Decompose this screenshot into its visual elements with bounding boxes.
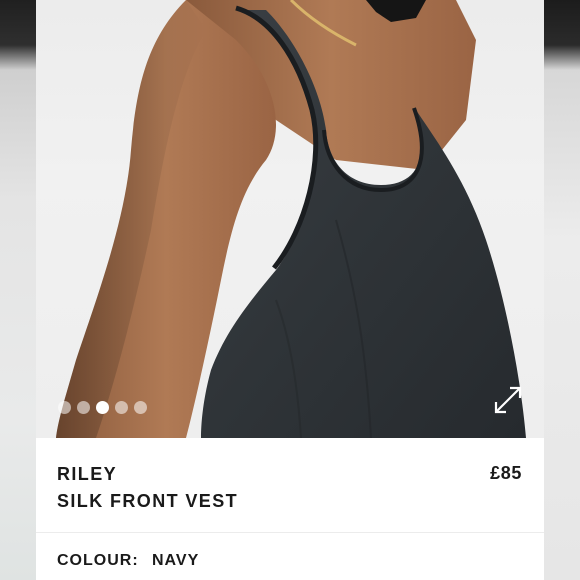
expand-arrows-icon[interactable] (490, 382, 526, 418)
background-left (0, 0, 36, 580)
background-right (544, 0, 580, 580)
product-image[interactable] (36, 0, 544, 438)
colour-label: COLOUR: (57, 552, 139, 569)
gallery-dot[interactable] (115, 401, 128, 414)
gallery-dot[interactable] (58, 401, 71, 414)
product-photo-illustration (56, 0, 526, 438)
product-title: SILK FRONT VEST (57, 491, 239, 511)
gallery-dot-active[interactable] (96, 401, 109, 414)
gallery-dot[interactable] (77, 401, 90, 414)
product-name: RILEY SILK FRONT VEST (57, 461, 238, 515)
product-info: RILEY SILK FRONT VEST £85 (36, 438, 544, 533)
gallery-dot[interactable] (134, 401, 147, 414)
product-price: £85 (490, 463, 522, 483)
product-card: RILEY SILK FRONT VEST £85 COLOUR: NAVY (36, 0, 544, 580)
colour-selector[interactable]: COLOUR: NAVY (36, 533, 544, 580)
product-brand: RILEY (57, 464, 118, 484)
gallery-pagination (58, 401, 147, 415)
colour-value: NAVY (152, 552, 200, 569)
